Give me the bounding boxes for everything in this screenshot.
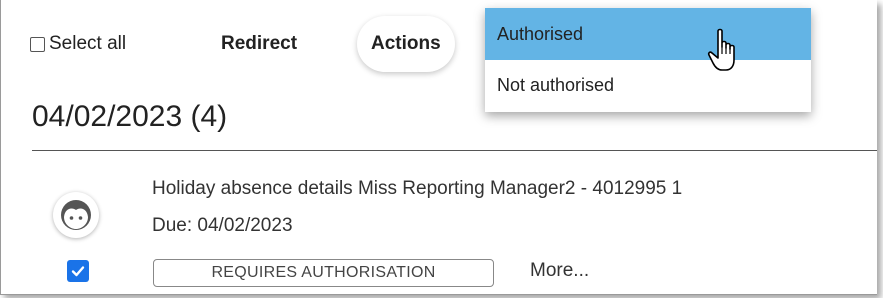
checkmark-icon	[71, 266, 85, 277]
face-icon	[61, 200, 91, 230]
task-due-date: Due: 04/02/2023	[152, 215, 293, 236]
divider	[32, 150, 877, 151]
select-all-checkbox[interactable]: Select all	[30, 33, 126, 55]
date-group-heading: 04/02/2023 (4)	[32, 100, 228, 133]
task-title[interactable]: Holiday absence details Miss Reporting M…	[152, 178, 682, 200]
menu-item-not-authorised[interactable]: Not authorised	[485, 60, 811, 110]
task-list-panel: Select all Redirect Actions 04/02/2023 (…	[0, 0, 877, 295]
more-link[interactable]: More...	[530, 260, 589, 282]
select-all-label: Select all	[49, 33, 127, 54]
actions-button[interactable]: Actions	[357, 16, 455, 72]
task-checkbox[interactable]	[67, 260, 89, 282]
actions-dropdown-menu: Authorised Not authorised	[485, 8, 811, 112]
menu-item-authorised[interactable]: Authorised	[485, 8, 811, 60]
checkbox-box[interactable]	[30, 36, 45, 52]
redirect-button[interactable]: Redirect	[221, 21, 297, 67]
status-badge: REQUIRES AUTHORISATION	[153, 259, 494, 287]
avatar	[53, 192, 99, 238]
hand-pointer-icon	[707, 28, 735, 71]
